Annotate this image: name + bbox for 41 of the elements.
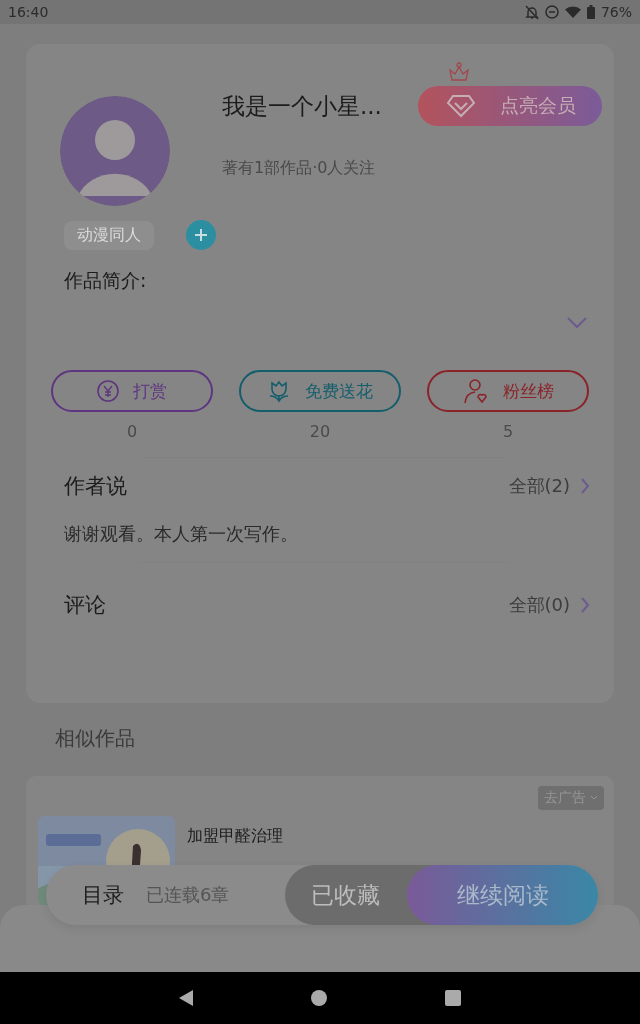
action-button[interactable]: 免费送花: [239, 370, 401, 412]
recents-icon[interactable]: [445, 990, 461, 1006]
flower-icon: [267, 379, 291, 403]
vip-button[interactable]: 点亮会员: [418, 86, 602, 126]
intro-label: 作品简介:: [64, 268, 148, 293]
category-tag: 动漫同人: [64, 220, 154, 250]
toc-button[interactable]: 目录: [82, 881, 124, 909]
add-tag-button[interactable]: [186, 220, 216, 250]
chevron-right-icon: [580, 596, 590, 614]
battery-percent: 76%: [600, 4, 632, 20]
bell-off-icon: [524, 4, 539, 20]
action-count: 5: [502, 422, 514, 441]
view-all-link[interactable]: 全部(0): [508, 593, 590, 617]
section-title: 评论: [64, 592, 106, 619]
back-icon[interactable]: [179, 990, 193, 1006]
crown-icon: [448, 62, 470, 82]
status-time: 16:40: [8, 4, 49, 20]
ad-title: 加盟甲醛治理: [187, 825, 283, 847]
continue-reading-button[interactable]: 继续阅读: [407, 865, 598, 925]
battery-icon: [586, 5, 595, 19]
chevron-right-icon: [580, 477, 590, 495]
plus-icon: [195, 229, 207, 241]
diamond-icon: [446, 94, 476, 118]
section-title: 作者说: [64, 473, 127, 500]
do-not-disturb-icon: [544, 5, 559, 19]
action-count: 0: [126, 422, 138, 441]
chevron-down-icon: [590, 795, 598, 801]
action-count: 20: [309, 422, 331, 441]
action-button[interactable]: 打赏: [51, 370, 213, 412]
chevron-down-icon[interactable]: [566, 316, 588, 330]
author-name: 我是一个小星...: [222, 91, 382, 121]
yen-coin-icon: [97, 380, 119, 402]
home-icon[interactable]: [311, 990, 327, 1006]
author-stats: 著有1部作品·0人关注: [222, 158, 377, 179]
action-button[interactable]: 粉丝榜: [427, 370, 589, 412]
avatar[interactable]: [60, 96, 170, 206]
person-heart-icon: [462, 378, 489, 404]
author-note-text: 谢谢观看。本人第一次写作。: [64, 522, 299, 546]
view-all-link[interactable]: 全部(2): [508, 474, 590, 498]
wifi-icon: [564, 6, 581, 18]
section-title: 相似作品: [55, 724, 136, 752]
